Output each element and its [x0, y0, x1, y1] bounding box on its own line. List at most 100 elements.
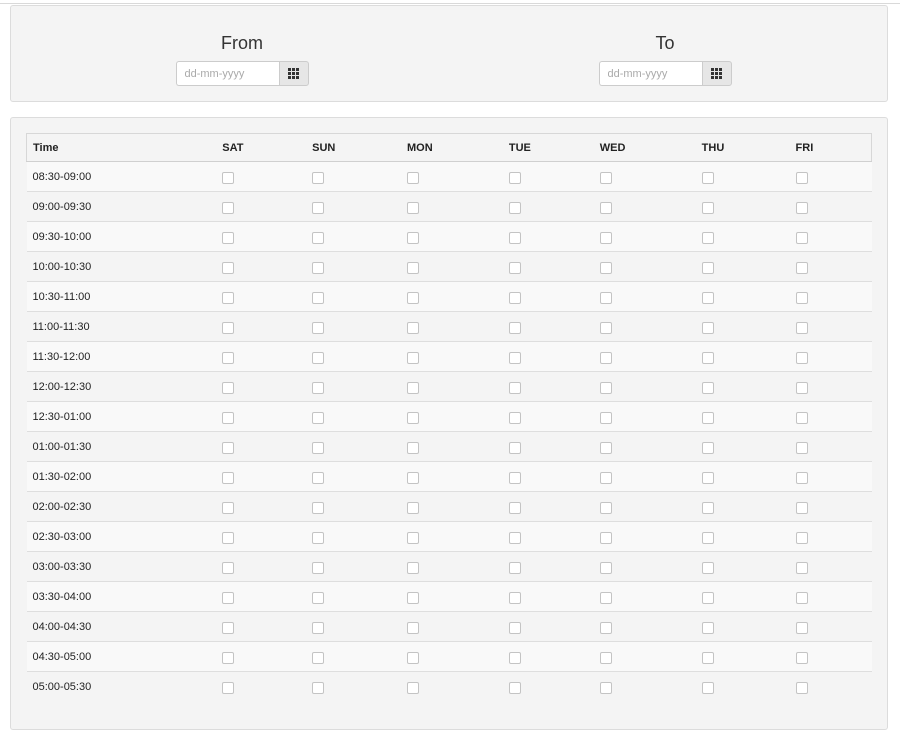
slot-checkbox-tue[interactable]	[508, 561, 521, 574]
slot-checkbox-wed[interactable]	[599, 621, 612, 634]
slot-checkbox-fri[interactable]	[795, 621, 808, 634]
slot-checkbox-fri[interactable]	[795, 531, 808, 544]
slot-checkbox-mon[interactable]	[407, 501, 420, 514]
slot-checkbox-sun[interactable]	[312, 531, 325, 544]
slot-checkbox-sun[interactable]	[312, 501, 325, 514]
from-calendar-button[interactable]	[278, 61, 309, 86]
slot-checkbox-wed[interactable]	[599, 591, 612, 604]
slot-checkbox-sun[interactable]	[312, 471, 325, 484]
slot-checkbox-wed[interactable]	[599, 441, 612, 454]
slot-checkbox-wed[interactable]	[599, 681, 612, 694]
slot-checkbox-mon[interactable]	[407, 291, 420, 304]
slot-checkbox-fri[interactable]	[795, 651, 808, 664]
slot-checkbox-sun[interactable]	[312, 651, 325, 664]
slot-checkbox-sun[interactable]	[312, 381, 325, 394]
slot-checkbox-sat[interactable]	[222, 561, 235, 574]
slot-checkbox-mon[interactable]	[407, 561, 420, 574]
slot-checkbox-sat[interactable]	[222, 231, 235, 244]
slot-checkbox-sat[interactable]	[222, 291, 235, 304]
slot-checkbox-fri[interactable]	[795, 201, 808, 214]
slot-checkbox-tue[interactable]	[508, 411, 521, 424]
slot-checkbox-mon[interactable]	[407, 471, 420, 484]
slot-checkbox-wed[interactable]	[599, 321, 612, 334]
slot-checkbox-mon[interactable]	[407, 381, 420, 394]
slot-checkbox-sat[interactable]	[222, 531, 235, 544]
slot-checkbox-mon[interactable]	[407, 531, 420, 544]
slot-checkbox-mon[interactable]	[407, 231, 420, 244]
slot-checkbox-thu[interactable]	[701, 171, 714, 184]
slot-checkbox-mon[interactable]	[407, 321, 420, 334]
slot-checkbox-fri[interactable]	[795, 591, 808, 604]
slot-checkbox-thu[interactable]	[701, 231, 714, 244]
slot-checkbox-sun[interactable]	[312, 321, 325, 334]
slot-checkbox-wed[interactable]	[599, 231, 612, 244]
slot-checkbox-thu[interactable]	[701, 681, 714, 694]
slot-checkbox-sat[interactable]	[222, 351, 235, 364]
slot-checkbox-mon[interactable]	[407, 351, 420, 364]
slot-checkbox-fri[interactable]	[795, 441, 808, 454]
slot-checkbox-sun[interactable]	[312, 171, 325, 184]
slot-checkbox-fri[interactable]	[795, 171, 808, 184]
slot-checkbox-sat[interactable]	[222, 621, 235, 634]
slot-checkbox-sat[interactable]	[222, 201, 235, 214]
slot-checkbox-wed[interactable]	[599, 351, 612, 364]
slot-checkbox-sun[interactable]	[312, 621, 325, 634]
to-date-input[interactable]	[598, 61, 702, 86]
slot-checkbox-thu[interactable]	[701, 261, 714, 274]
slot-checkbox-wed[interactable]	[599, 291, 612, 304]
slot-checkbox-sun[interactable]	[312, 591, 325, 604]
slot-checkbox-thu[interactable]	[701, 621, 714, 634]
slot-checkbox-fri[interactable]	[795, 381, 808, 394]
slot-checkbox-sat[interactable]	[222, 171, 235, 184]
slot-checkbox-sun[interactable]	[312, 261, 325, 274]
slot-checkbox-tue[interactable]	[508, 501, 521, 514]
slot-checkbox-mon[interactable]	[407, 441, 420, 454]
slot-checkbox-fri[interactable]	[795, 411, 808, 424]
slot-checkbox-sat[interactable]	[222, 471, 235, 484]
slot-checkbox-fri[interactable]	[795, 321, 808, 334]
slot-checkbox-thu[interactable]	[701, 471, 714, 484]
slot-checkbox-wed[interactable]	[599, 471, 612, 484]
slot-checkbox-thu[interactable]	[701, 441, 714, 454]
slot-checkbox-thu[interactable]	[701, 651, 714, 664]
slot-checkbox-tue[interactable]	[508, 291, 521, 304]
slot-checkbox-sat[interactable]	[222, 501, 235, 514]
slot-checkbox-mon[interactable]	[407, 651, 420, 664]
slot-checkbox-fri[interactable]	[795, 561, 808, 574]
slot-checkbox-fri[interactable]	[795, 471, 808, 484]
slot-checkbox-mon[interactable]	[407, 171, 420, 184]
slot-checkbox-tue[interactable]	[508, 621, 521, 634]
slot-checkbox-mon[interactable]	[407, 621, 420, 634]
slot-checkbox-mon[interactable]	[407, 411, 420, 424]
slot-checkbox-tue[interactable]	[508, 681, 521, 694]
slot-checkbox-mon[interactable]	[407, 591, 420, 604]
slot-checkbox-sun[interactable]	[312, 681, 325, 694]
slot-checkbox-tue[interactable]	[508, 201, 521, 214]
slot-checkbox-tue[interactable]	[508, 651, 521, 664]
slot-checkbox-wed[interactable]	[599, 561, 612, 574]
slot-checkbox-tue[interactable]	[508, 471, 521, 484]
slot-checkbox-tue[interactable]	[508, 171, 521, 184]
slot-checkbox-fri[interactable]	[795, 681, 808, 694]
slot-checkbox-wed[interactable]	[599, 501, 612, 514]
slot-checkbox-sat[interactable]	[222, 411, 235, 424]
slot-checkbox-fri[interactable]	[795, 261, 808, 274]
slot-checkbox-tue[interactable]	[508, 231, 521, 244]
slot-checkbox-sat[interactable]	[222, 651, 235, 664]
slot-checkbox-sun[interactable]	[312, 351, 325, 364]
from-date-input[interactable]	[175, 61, 279, 86]
slot-checkbox-mon[interactable]	[407, 261, 420, 274]
slot-checkbox-wed[interactable]	[599, 651, 612, 664]
slot-checkbox-sat[interactable]	[222, 591, 235, 604]
slot-checkbox-thu[interactable]	[701, 531, 714, 544]
slot-checkbox-sat[interactable]	[222, 321, 235, 334]
slot-checkbox-sat[interactable]	[222, 681, 235, 694]
slot-checkbox-tue[interactable]	[508, 321, 521, 334]
slot-checkbox-wed[interactable]	[599, 261, 612, 274]
slot-checkbox-mon[interactable]	[407, 201, 420, 214]
slot-checkbox-tue[interactable]	[508, 531, 521, 544]
slot-checkbox-sun[interactable]	[312, 411, 325, 424]
slot-checkbox-sun[interactable]	[312, 201, 325, 214]
to-calendar-button[interactable]	[701, 61, 732, 86]
slot-checkbox-tue[interactable]	[508, 261, 521, 274]
